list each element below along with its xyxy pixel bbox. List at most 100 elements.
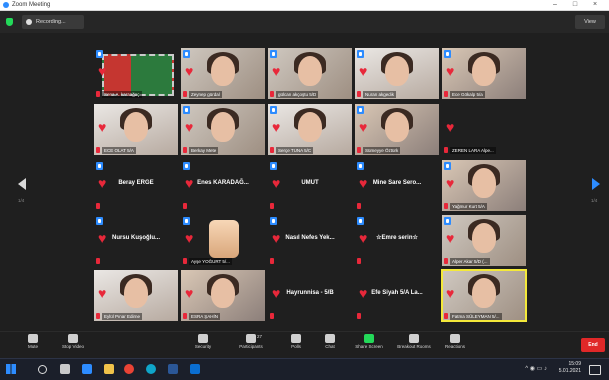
participant-tile[interactable]: ♥ gülcan akçoştu 5/D bbox=[268, 48, 352, 99]
participant-display-name: Nasıl Nefes Yek... bbox=[285, 235, 335, 241]
breakout-rooms-button[interactable]: Breakout Rooms bbox=[394, 334, 434, 356]
participant-name-label: Zeynep gürdal bbox=[189, 91, 222, 98]
search-icon[interactable] bbox=[38, 365, 47, 374]
end-meeting-button[interactable]: End bbox=[581, 338, 605, 352]
raised-hand-icon bbox=[183, 162, 190, 170]
participant-tile[interactable]: Enes KARADAĞ... ♥ bbox=[181, 160, 265, 211]
microphone-icon bbox=[28, 334, 38, 343]
stop-video-button[interactable]: Stop Video bbox=[58, 334, 88, 356]
muted-microphone-icon bbox=[96, 147, 100, 153]
muted-microphone-icon bbox=[96, 91, 100, 97]
raised-hand-icon bbox=[270, 106, 277, 114]
participant-tile[interactable]: ♥ Ayşe YOĞURT 5/... bbox=[181, 215, 265, 266]
participant-tile[interactable]: ♥ Alper Akar 5/D (... bbox=[442, 215, 526, 266]
zoom-icon[interactable] bbox=[82, 364, 92, 374]
start-icon[interactable] bbox=[6, 364, 16, 374]
polls-label: Polls bbox=[291, 344, 301, 349]
participants-button[interactable]: Participants bbox=[234, 334, 268, 356]
muted-microphone-icon bbox=[444, 258, 448, 264]
participant-tile[interactable]: ♥ Sümeyye Öztürk bbox=[355, 104, 439, 155]
page-indicator-left: 1/4 bbox=[18, 198, 25, 203]
participant-tile[interactable]: ♥ Sena A. karaağaç bbox=[94, 48, 178, 99]
participant-tile[interactable]: Efe Siyah 5/A La... ♥ bbox=[355, 270, 439, 321]
heart-reaction-icon: ♥ bbox=[98, 230, 107, 246]
zoom-logo-icon bbox=[3, 2, 9, 8]
raised-hand-icon bbox=[357, 217, 364, 225]
system-tray-icons[interactable]: ^ ◉ ▭ ♪ bbox=[525, 365, 547, 373]
reactions-button[interactable]: Reactions bbox=[442, 334, 468, 356]
raised-hand-icon bbox=[357, 106, 364, 114]
participant-tile[interactable]: ♥ ESRA ŞAHİN bbox=[181, 270, 265, 321]
prev-page-arrow-icon[interactable] bbox=[18, 178, 26, 190]
participant-tile[interactable]: Nasıl Nefes Yek... ♥ bbox=[268, 215, 352, 266]
edge-icon[interactable] bbox=[146, 364, 156, 374]
participant-tile[interactable]: ♥ Ece Gökalp 5/a bbox=[442, 48, 526, 99]
participant-face bbox=[385, 56, 409, 86]
minimize-button[interactable]: – bbox=[548, 0, 562, 10]
participant-tile[interactable]: ♥ ZEREN LARA Alpe... bbox=[442, 104, 526, 155]
participant-tile[interactable]: ♥ Zeynep gürdal bbox=[181, 48, 265, 99]
heart-reaction-icon: ♥ bbox=[272, 285, 281, 301]
participant-name-label: Fatma SÜLEYMAN 5/... bbox=[450, 313, 502, 320]
task-view-icon[interactable] bbox=[60, 364, 70, 374]
shield-icon[interactable] bbox=[6, 18, 13, 26]
view-button[interactable]: View bbox=[575, 15, 605, 29]
chrome-icon[interactable] bbox=[124, 364, 134, 374]
participant-tile[interactable]: ☆Emre serin☆ ♥ bbox=[355, 215, 439, 266]
chat-button[interactable]: Chat bbox=[321, 334, 339, 356]
heart-reaction-icon: ♥ bbox=[359, 63, 368, 79]
participant-tile[interactable]: ♥ Berkay Mete bbox=[181, 104, 265, 155]
mute-button[interactable]: Mute bbox=[22, 334, 44, 356]
participant-display-name: Efe Siyah 5/A La... bbox=[371, 290, 423, 296]
participant-name-label: Berkay Mete bbox=[189, 147, 219, 154]
recording-indicator[interactable]: Recording... bbox=[22, 15, 84, 29]
participant-tile[interactable]: Nursu Kuşoğlu... ♥ bbox=[94, 215, 178, 266]
participant-tile[interactable]: UMUT ♥ bbox=[268, 160, 352, 211]
muted-microphone-icon bbox=[183, 91, 187, 97]
participant-name-label: Eylül Pınar Edirne bbox=[102, 313, 143, 320]
word-icon[interactable] bbox=[168, 364, 178, 374]
heart-reaction-icon: ♥ bbox=[272, 63, 281, 79]
participant-face bbox=[472, 223, 496, 253]
participant-tile[interactable]: ♥ Nuran akgedik bbox=[355, 48, 439, 99]
muted-microphone-icon bbox=[357, 147, 361, 153]
participant-tile[interactable]: ♥ Fatma SÜLEYMAN 5/... bbox=[441, 269, 527, 322]
meeting-topbar: Recording... View bbox=[0, 11, 609, 33]
heart-reaction-icon: ♥ bbox=[185, 230, 194, 246]
participant-tile[interactable]: Beray ERGE ♥ bbox=[94, 160, 178, 211]
participant-tile[interactable]: ♥ Serçe TUNA 5/C bbox=[268, 104, 352, 155]
participant-display-name: ☆Emre serin☆ bbox=[376, 235, 418, 241]
participant-display-name: UMUT bbox=[301, 180, 319, 186]
muted-microphone-icon bbox=[357, 258, 361, 264]
share-screen-button[interactable]: Share Screen bbox=[353, 334, 385, 356]
security-button[interactable]: Security bbox=[190, 334, 216, 356]
participant-display-name: Beray ERGE bbox=[118, 180, 154, 186]
participant-tile[interactable]: ♥ Eylül Pınar Edirne bbox=[94, 270, 178, 321]
zoom-window: Zoom Meeting – □ × Recording... View 1/4… bbox=[0, 0, 609, 380]
heart-reaction-icon: ♥ bbox=[98, 119, 107, 135]
next-page-arrow-icon[interactable] bbox=[592, 178, 600, 190]
participant-face bbox=[211, 112, 235, 142]
taskbar-clock[interactable]: 15:09 5.01.2021 bbox=[559, 361, 581, 375]
muted-microphone-icon bbox=[96, 203, 100, 209]
participant-tile[interactable]: Mine Sare Sero... ♥ bbox=[355, 160, 439, 211]
close-button[interactable]: × bbox=[588, 0, 602, 10]
muted-microphone-icon bbox=[270, 258, 274, 264]
muted-microphone-icon bbox=[183, 313, 187, 319]
maximize-button[interactable]: □ bbox=[568, 0, 582, 10]
meeting-toolbar: Mute Stop Video Security Participants 27… bbox=[0, 331, 609, 358]
polls-icon bbox=[291, 334, 301, 343]
explorer-icon[interactable] bbox=[104, 364, 114, 374]
participant-tile[interactable]: ♥ ECE OLAT 5/A bbox=[94, 104, 178, 155]
muted-microphone-icon bbox=[444, 91, 448, 97]
participant-tile[interactable]: Hayrunnisa - 5/B ♥ bbox=[268, 270, 352, 321]
polls-button[interactable]: Polls bbox=[287, 334, 305, 356]
outlook-icon[interactable] bbox=[190, 364, 200, 374]
clock-time: 15:09 bbox=[568, 361, 581, 367]
notifications-icon[interactable] bbox=[589, 365, 601, 375]
heart-reaction-icon: ♥ bbox=[359, 285, 368, 301]
muted-microphone-icon bbox=[357, 313, 361, 319]
participant-tile[interactable]: ♥ Yağmur Kurt 5/A bbox=[442, 160, 526, 211]
heart-reaction-icon: ♥ bbox=[359, 119, 368, 135]
raised-hand-icon bbox=[96, 50, 103, 58]
